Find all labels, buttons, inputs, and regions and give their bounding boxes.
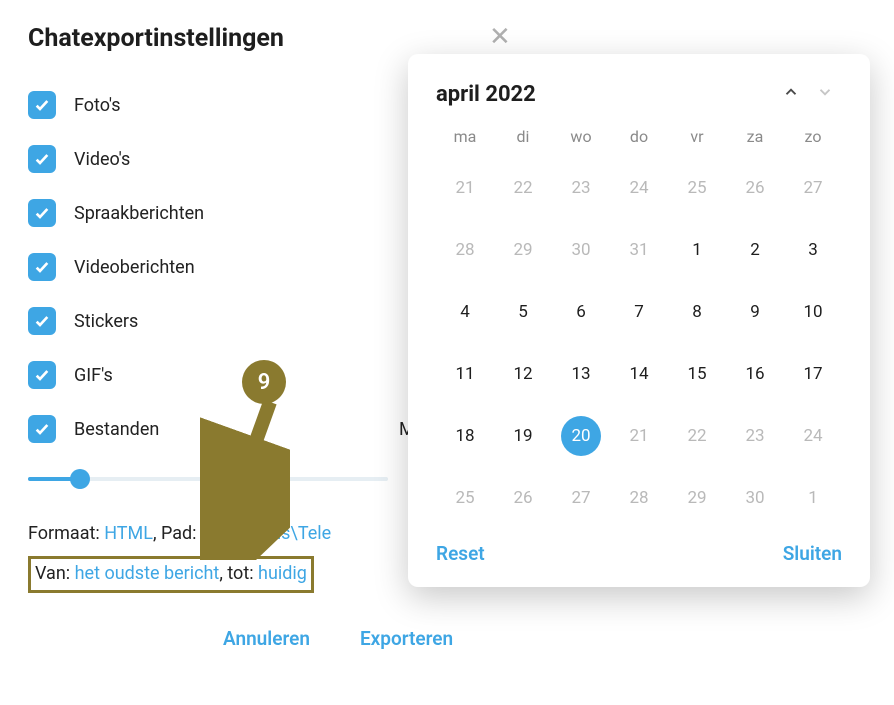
format-link[interactable]: HTML [104, 523, 153, 544]
export-button[interactable]: Exporteren [360, 627, 453, 650]
checkbox[interactable] [28, 253, 56, 281]
calendar-day[interactable]: 12 [503, 354, 543, 394]
next-month-button[interactable] [808, 83, 842, 106]
checkbox-label: Video's [74, 149, 130, 170]
calendar-day: 25 [445, 478, 485, 518]
to-link[interactable]: huidig [258, 563, 307, 584]
date-range-highlight: Van: het oudste bericht, tot: huidig [28, 556, 314, 593]
calendar-dow: wo [552, 127, 610, 146]
calendar-day: 26 [735, 168, 775, 208]
calendar-day[interactable]: 3 [793, 230, 833, 270]
calendar-day: 1 [793, 478, 833, 518]
check-icon [34, 421, 50, 437]
checkbox-label: Videoberichten [74, 257, 195, 278]
calendar-day[interactable]: 7 [619, 292, 659, 332]
calendar-day: 30 [735, 478, 775, 518]
calendar-reset-button[interactable]: Reset [436, 542, 485, 565]
calendar-day[interactable]: 19 [503, 416, 543, 456]
path-link[interactable]: Downloads\Tele [201, 523, 331, 544]
checkbox[interactable] [28, 415, 56, 443]
calendar-day: 24 [619, 168, 659, 208]
calendar-day: 29 [677, 478, 717, 518]
calendar-dow: ma [436, 127, 494, 146]
calendar-day[interactable]: 15 [677, 354, 717, 394]
cancel-button[interactable]: Annuleren [223, 627, 310, 650]
calendar-day: 27 [793, 168, 833, 208]
page-title: Chatexportinstellingen [28, 24, 498, 53]
checkbox-label: Spraakberichten [74, 203, 204, 224]
checkbox[interactable] [28, 199, 56, 227]
checkbox[interactable] [28, 361, 56, 389]
checkbox-label: Foto's [74, 95, 121, 116]
calendar-dow: za [726, 127, 784, 146]
calendar-day: 28 [445, 230, 485, 270]
checkbox-label: GIF's [74, 365, 113, 386]
calendar-day: 21 [619, 416, 659, 456]
from-link[interactable]: het oudste bericht [75, 563, 220, 584]
calendar-day: 25 [677, 168, 717, 208]
calendar-day[interactable]: 10 [793, 292, 833, 332]
calendar-dow: do [610, 127, 668, 146]
check-icon [34, 97, 50, 113]
prev-month-button[interactable] [774, 83, 808, 106]
checkbox[interactable] [28, 91, 56, 119]
calendar-day[interactable]: 17 [793, 354, 833, 394]
calendar-day: 29 [503, 230, 543, 270]
checkbox[interactable] [28, 307, 56, 335]
calendar-day[interactable]: 1 [677, 230, 717, 270]
calendar-day: 27 [561, 478, 601, 518]
calendar-day[interactable]: 16 [735, 354, 775, 394]
dialog-actions: Annuleren Exporteren [28, 627, 498, 650]
calendar-day[interactable]: 18 [445, 416, 485, 456]
calendar-day: 30 [561, 230, 601, 270]
calendar-dow: vr [668, 127, 726, 146]
calendar-day: 31 [619, 230, 659, 270]
calendar-day[interactable]: 8 [677, 292, 717, 332]
check-icon [34, 367, 50, 383]
calendar-dow: di [494, 127, 552, 146]
calendar-day[interactable]: 14 [619, 354, 659, 394]
calendar-day[interactable]: 20 [561, 416, 601, 456]
calendar-day: 24 [793, 416, 833, 456]
check-icon [34, 205, 50, 221]
calendar-day: 22 [677, 416, 717, 456]
calendar-day: 23 [561, 168, 601, 208]
calendar-day[interactable]: 6 [561, 292, 601, 332]
calendar-day[interactable]: 9 [735, 292, 775, 332]
calendar-day[interactable]: 5 [503, 292, 543, 332]
checkbox[interactable] [28, 145, 56, 173]
checkbox-label: Bestanden [74, 419, 159, 440]
check-icon [34, 313, 50, 329]
calendar-day[interactable]: 2 [735, 230, 775, 270]
date-picker: april 2022 madiwodovrzazo212223242526272… [408, 54, 870, 587]
calendar-day: 22 [503, 168, 543, 208]
check-icon [34, 151, 50, 167]
calendar-day: 28 [619, 478, 659, 518]
calendar-day[interactable]: 13 [561, 354, 601, 394]
calendar-day: 26 [503, 478, 543, 518]
calendar-day[interactable]: 11 [445, 354, 485, 394]
chevron-down-icon [816, 83, 834, 101]
calendar-dow: zo [784, 127, 842, 146]
calendar-close-button[interactable]: Sluiten [783, 542, 842, 565]
chevron-up-icon [782, 83, 800, 101]
calendar-day[interactable]: 4 [445, 292, 485, 332]
calendar-day: 21 [445, 168, 485, 208]
checkbox-label: Stickers [74, 311, 138, 332]
max-size-slider[interactable] [28, 469, 388, 489]
slider-thumb[interactable] [70, 469, 90, 489]
date-range-line: Van: het oudste bericht, tot: huidig [35, 563, 307, 584]
calendar-title: april 2022 [436, 82, 774, 107]
check-icon [34, 259, 50, 275]
calendar-day: 23 [735, 416, 775, 456]
